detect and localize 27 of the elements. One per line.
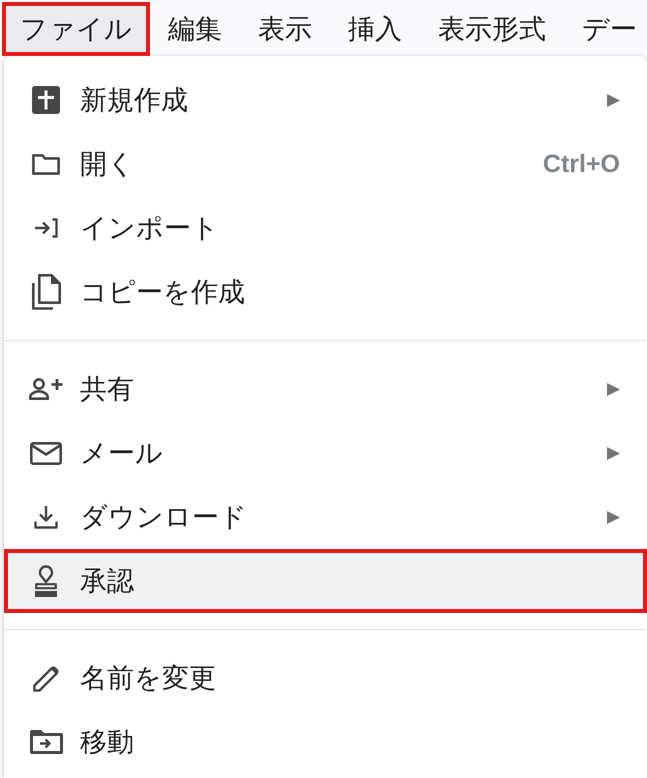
import-icon bbox=[34, 218, 58, 238]
stamp-icon bbox=[34, 565, 58, 597]
menu-item[interactable]: コピーを作成 bbox=[4, 260, 647, 324]
pencil-icon bbox=[32, 664, 60, 692]
menu-item[interactable]: 移動 bbox=[4, 710, 647, 774]
menu-item[interactable]: 開く Ctrl+O bbox=[4, 132, 647, 196]
menu-item[interactable]: インポート bbox=[4, 196, 647, 260]
menu-item[interactable]: 承認 bbox=[4, 549, 647, 613]
menu-item[interactable]: 名前を変更 bbox=[4, 646, 647, 710]
menu-bar-item[interactable]: デー bbox=[564, 2, 647, 56]
menu-bar-item[interactable]: 表示形式 bbox=[420, 2, 564, 56]
person-add-icon bbox=[28, 378, 64, 400]
folder-icon bbox=[32, 154, 60, 174]
menu-bar-item[interactable]: 編集 bbox=[150, 2, 240, 56]
menu-item[interactable]: メール bbox=[4, 421, 647, 485]
menu-bar-item[interactable]: ファイル bbox=[2, 2, 150, 56]
folder-move-icon bbox=[30, 730, 62, 754]
copy-icon bbox=[31, 274, 61, 310]
shortcut-text: Ctrl+O bbox=[542, 152, 620, 176]
menu-bar-item[interactable]: 表示 bbox=[240, 2, 330, 56]
mail-icon bbox=[30, 442, 62, 464]
menu-item[interactable]: ダウンロード bbox=[4, 485, 647, 549]
download-icon bbox=[34, 505, 58, 529]
add-box-icon bbox=[32, 86, 60, 114]
menu-item[interactable]: 新規作成 bbox=[4, 68, 647, 132]
menu-item[interactable]: 共有 bbox=[4, 357, 647, 421]
menu-bar-item[interactable]: 挿入 bbox=[330, 2, 420, 56]
